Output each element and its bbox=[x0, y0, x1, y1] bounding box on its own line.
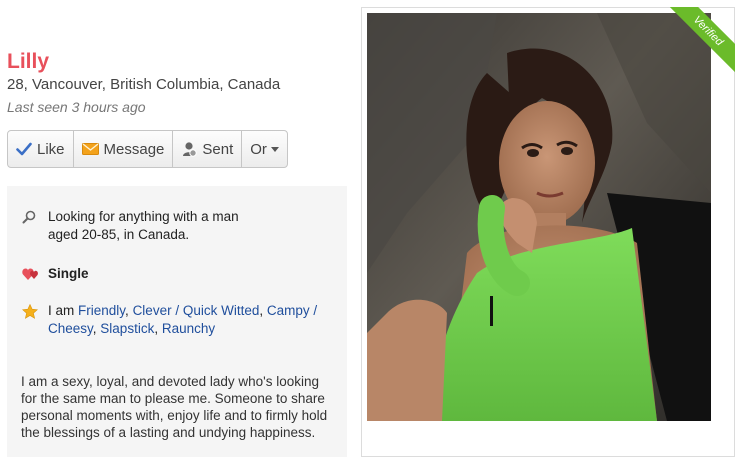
like-label: Like bbox=[37, 140, 65, 158]
trait-link[interactable]: Friendly bbox=[78, 303, 125, 318]
looking-for-row: Looking for anything with a man aged 20-… bbox=[22, 208, 338, 244]
profile-summary: Lilly 28, Vancouver, British Columbia, C… bbox=[0, 0, 350, 457]
person-icon bbox=[181, 141, 198, 157]
traits-row: I am Friendly, Clever / Quick Witted, Ca… bbox=[22, 302, 338, 338]
sent-button[interactable]: Sent bbox=[173, 131, 243, 167]
sent-label: Sent bbox=[202, 140, 234, 158]
last-seen: Last seen 3 hours ago bbox=[7, 99, 146, 115]
trait-link[interactable]: Clever / Quick Witted bbox=[133, 303, 260, 318]
action-button-group: Like Message Sent Or bbox=[7, 130, 288, 168]
status-row: Single bbox=[22, 265, 338, 283]
relationship-status: Single bbox=[48, 266, 89, 281]
trait-link[interactable]: Slapstick bbox=[100, 321, 154, 336]
profile-name: Lilly bbox=[7, 50, 50, 73]
search-icon bbox=[22, 208, 48, 244]
verified-label: Verified bbox=[665, 7, 735, 77]
hearts-icon bbox=[22, 265, 48, 283]
looking-for-line2: aged 20-85, in Canada. bbox=[48, 227, 190, 242]
like-button[interactable]: Like bbox=[8, 131, 74, 167]
more-label: Or bbox=[250, 140, 267, 158]
profile-photo[interactable] bbox=[367, 13, 711, 421]
profile-bio: I am a sexy, loyal, and devoted lady who… bbox=[21, 374, 328, 440]
message-button[interactable]: Message bbox=[74, 131, 174, 167]
message-label: Message bbox=[103, 140, 165, 158]
profile-info-panel: Looking for anything with a man aged 20-… bbox=[7, 186, 347, 457]
envelope-icon bbox=[81, 143, 99, 155]
more-options-button[interactable]: Or bbox=[242, 131, 287, 167]
caret-down-icon bbox=[270, 146, 279, 152]
trait-link[interactable]: Raunchy bbox=[162, 321, 215, 336]
verified-badge: Verified bbox=[665, 7, 735, 77]
looking-for-line1: Looking for anything with a man bbox=[48, 209, 239, 224]
traits-prefix: I am bbox=[48, 303, 75, 318]
star-icon bbox=[22, 302, 48, 338]
profile-location: 28, Vancouver, British Columbia, Canada bbox=[7, 76, 281, 93]
checkmark-icon bbox=[16, 142, 32, 156]
profile-photo-frame: Verified bbox=[361, 7, 735, 457]
